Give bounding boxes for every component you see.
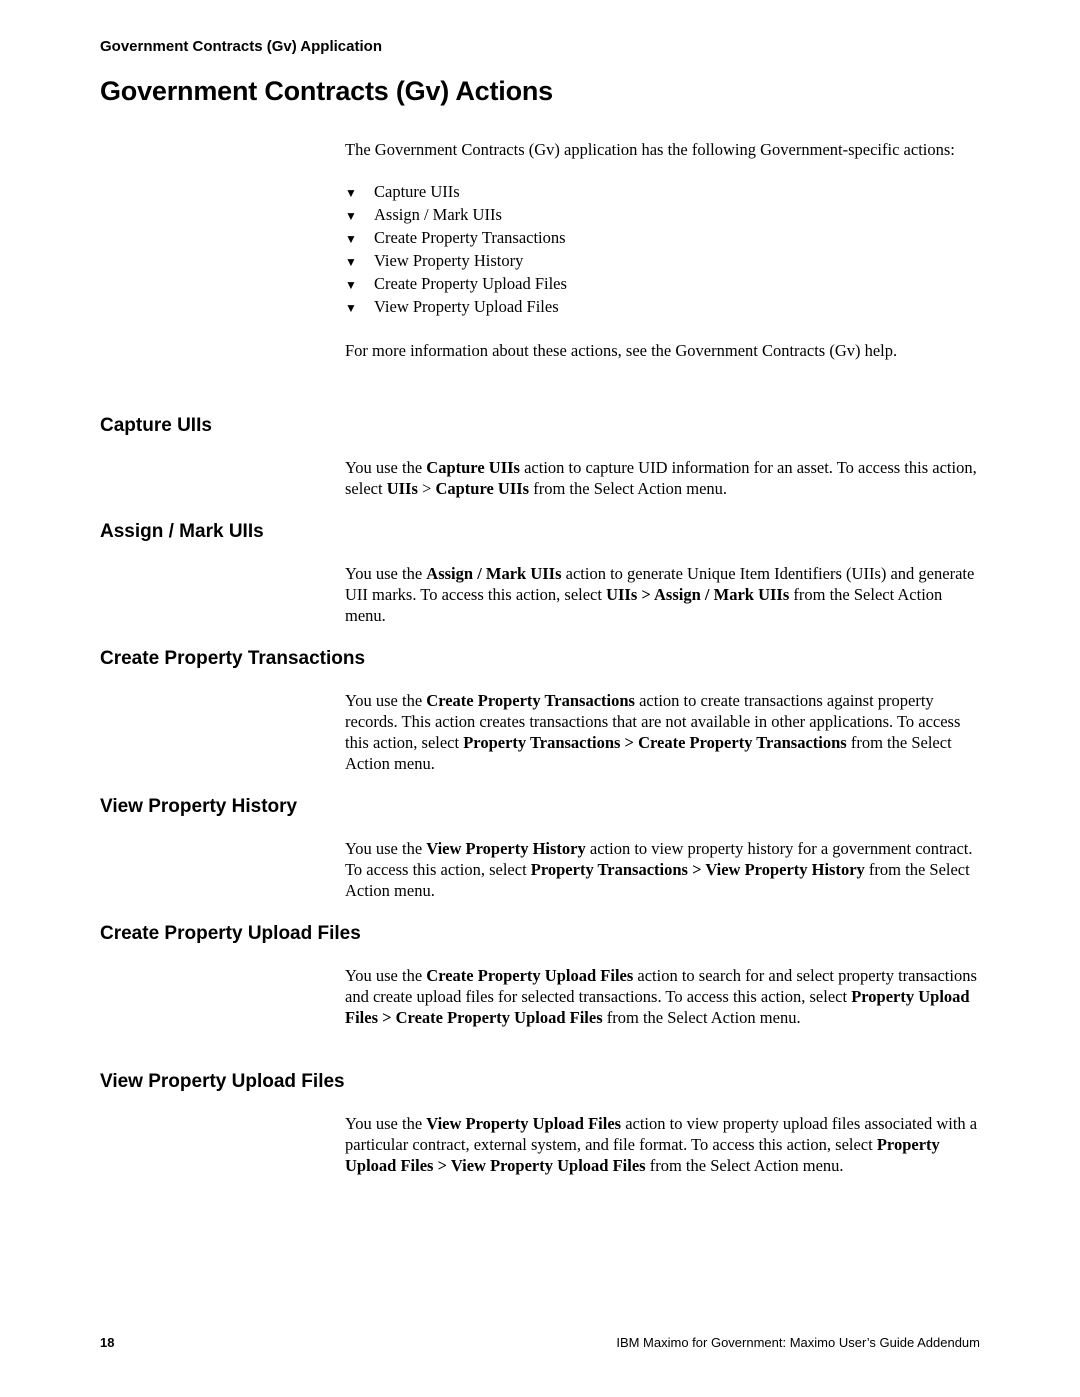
section-heading-capture-uiis: Capture UIIs [100,415,212,436]
section-heading-create-property-transactions: Create Property Transactions [100,648,366,669]
list-item-label: Capture UIIs [374,182,460,201]
list-item-label: View Property History [374,251,524,270]
emphasized-term: Assign / Mark UIIs [426,564,562,583]
down-triangle-icon: ▼ [345,255,357,269]
list-item-label: View Property Upload Files [374,297,559,316]
section-body-create-property-transactions: You use the Create Property Transactions… [345,691,961,773]
section-heading-create-property-upload-files: Create Property Upload Files [100,923,361,944]
section-body-assign-mark-uiis: You use the Assign / Mark UIIs action to… [345,564,975,625]
emphasized-term: Capture UIIs [426,458,520,477]
section-body-capture-uiis: You use the Capture UIIs action to captu… [345,458,977,498]
emphasized-term: Create Property Transactions [426,691,635,710]
list-item-label: Assign / Mark UIIs [374,205,502,224]
emphasized-term: UIIs [386,479,418,498]
list-item: ▼ Create Property Upload Files [345,273,985,296]
emphasized-term: Property Upload Files > View Property Up… [345,1135,940,1175]
list-item: ▼ Assign / Mark UIIs [345,204,985,227]
actions-list: ▼ Capture UIIs ▼ Assign / Mark UIIs ▼ Creat… [345,181,985,319]
section-heading-assign-mark-uiis: Assign / Mark UIIs [100,521,264,542]
intro-lead: The Government Contracts (Gv) applicatio… [345,140,955,159]
emphasized-term: Create Property Upload Files [426,966,634,985]
list-item: ▼ Capture UIIs [345,181,985,204]
section-body-create-property-upload-files: You use the Create Property Upload Files… [345,966,977,1027]
list-item: ▼ Create Property Transactions [345,227,985,250]
section-body-view-property-upload-files: You use the View Property Upload Files a… [345,1114,978,1175]
emphasized-term: Property Upload Files > Create Property … [345,987,970,1027]
emphasized-term: Property Transactions > View Property Hi… [530,860,865,879]
emphasized-term: Capture UIIs [435,479,530,498]
more-info-text: For more information about these actions… [345,341,898,360]
running-header: Government Contracts (Gv) Application [100,38,382,55]
list-item-label: Create Property Transactions [374,228,566,247]
emphasized-term: View Property Upload Files [426,1114,622,1133]
down-triangle-icon: ▼ [345,209,357,223]
section-body-view-property-history: You use the View Property History action… [345,839,973,900]
intro-block: The Government Contracts (Gv) applicatio… [345,139,985,361]
emphasized-term: View Property History [426,839,586,858]
footer-book-title: IBM Maximo for Government: Maximo User’s… [616,1335,980,1350]
page-title: Government Contracts (Gv) Actions [100,76,553,106]
list-item-label: Create Property Upload Files [374,274,567,293]
page-number: 18 [100,1335,115,1350]
list-item: ▼ View Property History [345,250,985,273]
list-item: ▼ View Property Upload Files [345,296,985,319]
down-triangle-icon: ▼ [345,186,357,200]
section-heading-view-property-history: View Property History [100,796,298,817]
down-triangle-icon: ▼ [345,301,357,315]
down-triangle-icon: ▼ [345,232,357,246]
emphasized-term: UIIs > Assign / Mark UIIs [606,585,790,604]
emphasized-term: Property Transactions > Create Property … [463,733,847,752]
section-heading-view-property-upload-files: View Property Upload Files [100,1071,345,1092]
down-triangle-icon: ▼ [345,278,357,292]
